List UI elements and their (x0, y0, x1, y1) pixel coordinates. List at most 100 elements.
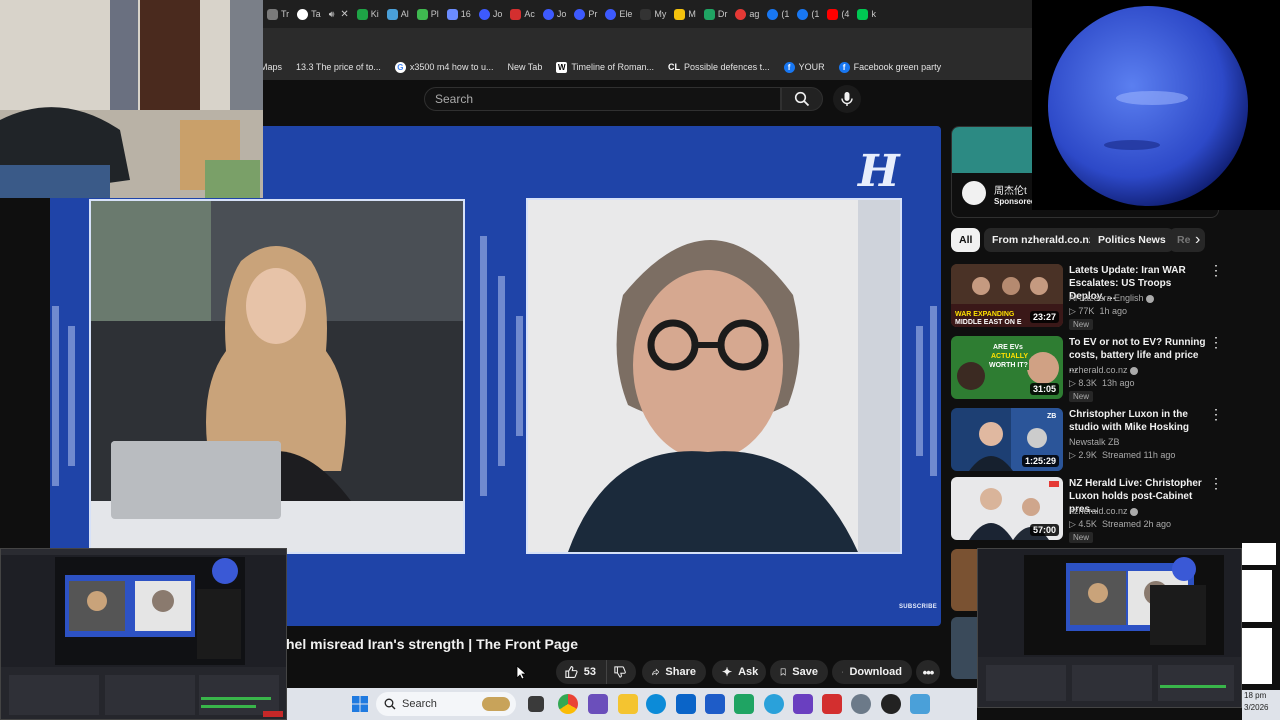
bookmark-item[interactable]: 13.3 The price of to... (296, 62, 381, 72)
video-thumbnail: ARE EVs ACTUALLY WORTH IT? 31:05 (951, 336, 1063, 399)
obs-preview-window[interactable] (977, 548, 1242, 708)
dislike-button[interactable] (606, 660, 636, 684)
browser-tab-strip: Tr Ta 🔊︎ ✕ Ki Al Pl 16 Jo Ac Jo Pr Ele My… (263, 0, 1033, 28)
app-icon[interactable] (822, 694, 842, 714)
video-duration: 57:00 (1029, 524, 1059, 536)
more-options-icon[interactable]: ⋮ (1209, 263, 1223, 277)
chevron-right-icon[interactable]: › (1195, 231, 1200, 249)
bookmark-item[interactable]: New Tab (507, 62, 542, 72)
browser-tab[interactable]: Ki (353, 0, 383, 28)
audio-bar (916, 326, 923, 456)
svg-text:WORTH IT?: WORTH IT? (989, 362, 1028, 369)
video-thumbnail[interactable] (951, 549, 979, 611)
download-button[interactable]: Download (832, 660, 912, 684)
chrome-icon[interactable] (558, 694, 578, 714)
new-badge: New (1069, 391, 1094, 402)
chip-from-channel[interactable]: From nzherald.co.nz (984, 228, 1103, 252)
more-icon: ••• (922, 664, 935, 680)
bookmark-item[interactable]: Gx3500 m4 how to u... (394, 61, 493, 73)
browser-tab-active[interactable]: 🔊︎ ✕ (325, 0, 353, 28)
taskbar-search[interactable]: Search (376, 692, 516, 716)
subscribe-watermark[interactable]: SUBSCRIBE (899, 604, 937, 610)
tab-favicon (542, 8, 554, 20)
app-icon[interactable] (793, 694, 813, 714)
more-actions-button[interactable]: ••• (916, 660, 940, 684)
bookmark-item[interactable]: Maps (263, 62, 282, 72)
svg-text:ARE EVs: ARE EVs (993, 344, 1023, 351)
browser-tab[interactable]: (1 (793, 0, 823, 28)
tab-favicon (857, 8, 869, 20)
search-button[interactable] (781, 87, 823, 111)
browser-tab[interactable]: Al (383, 0, 413, 28)
search-input[interactable]: Search (424, 87, 781, 111)
related-video-meta: ▷ 4.5K Streamed 2h ago (1069, 519, 1171, 529)
sponsored-title: 周杰伦t (994, 186, 1027, 197)
tab-favicon (267, 8, 278, 20)
windows-start-icon[interactable] (352, 696, 368, 712)
system-clock[interactable]: 18 pm 3/2026 (1242, 690, 1280, 720)
settings-icon[interactable] (851, 694, 871, 714)
browser-tab[interactable]: Ac (506, 0, 539, 28)
related-video-item[interactable]: WAR EXPANDING MIDDLE EAST ON E 23:27 Late… (951, 263, 1223, 330)
chip-all[interactable]: All (951, 228, 981, 252)
obs-preview-window[interactable] (0, 548, 287, 720)
bookmark-item[interactable]: W Timeline of Roman... (556, 61, 654, 73)
app-icon[interactable] (734, 694, 754, 714)
app-icon[interactable] (910, 694, 930, 714)
mouse-cursor-icon (516, 665, 526, 680)
edge-icon[interactable] (646, 694, 666, 714)
browser-tab[interactable]: Tr (263, 0, 293, 28)
thumbs-up-icon (565, 665, 578, 679)
outlook-icon[interactable] (676, 694, 696, 714)
browser-tab[interactable]: Ta (293, 0, 325, 28)
browser-tab[interactable]: ag (731, 0, 763, 28)
save-button[interactable]: Save (770, 660, 828, 684)
browser-tab[interactable]: 16 (443, 0, 475, 28)
browser-tab[interactable]: My (636, 0, 670, 28)
browser-tab[interactable]: M (670, 0, 700, 28)
app-icon[interactable] (588, 694, 608, 714)
notification-panel[interactable] (1242, 628, 1272, 684)
more-options-icon[interactable]: ⋮ (1209, 407, 1223, 421)
browser-tab[interactable]: (4 (823, 0, 853, 28)
like-button[interactable]: 53 (556, 660, 606, 684)
svg-text:MIDDLE EAST ON E: MIDDLE EAST ON E (955, 319, 1022, 326)
browser-tab[interactable]: Pl (413, 0, 443, 28)
related-video-item[interactable]: ZB 1:25:29 Christopher Luxon in the stud… (951, 407, 1223, 474)
more-options-icon[interactable]: ⋮ (1209, 335, 1223, 349)
browser-tab[interactable]: Ele (601, 0, 636, 28)
filter-chips: All From nzherald.co.nz Politics News Re… (951, 228, 1221, 254)
bookmark-item[interactable]: f Facebook green party (838, 61, 941, 73)
bookmark-item[interactable]: f YOUR (783, 61, 825, 73)
app-icon[interactable] (881, 694, 901, 714)
tab-favicon (640, 8, 652, 20)
ask-button[interactable]: ✦ Ask (712, 660, 766, 684)
store-icon[interactable] (705, 694, 725, 714)
voice-search-button[interactable] (833, 85, 861, 113)
video-thumbnail[interactable] (951, 617, 979, 679)
more-options-icon[interactable]: ⋮ (1209, 476, 1223, 490)
telegram-icon[interactable] (764, 694, 784, 714)
video-frame-right-guest (526, 198, 902, 554)
audio-bar (68, 326, 75, 466)
browser-tab[interactable]: (1 (763, 0, 793, 28)
browser-tab[interactable]: Pr (570, 0, 601, 28)
file-explorer-icon[interactable] (618, 694, 638, 714)
task-view-icon[interactable] (528, 696, 544, 712)
browser-tab[interactable]: Dr (700, 0, 732, 28)
notification-panel[interactable] (1242, 543, 1276, 565)
chip-politics-news[interactable]: Politics News (1090, 228, 1174, 252)
address-bar[interactable] (263, 28, 1033, 54)
notification-panel[interactable] (1242, 570, 1272, 622)
close-tab-icon[interactable]: ✕ (340, 9, 348, 20)
facebook-icon: f (783, 61, 795, 73)
share-button[interactable]: Share (642, 660, 706, 684)
browser-tab[interactable]: k (853, 0, 880, 28)
search-highlight-icon (482, 697, 510, 711)
browser-tab[interactable]: Jo (539, 0, 571, 28)
video-duration: 1:25:29 (1021, 455, 1059, 467)
related-video-item[interactable]: 57:00 NZ Herald Live: Christopher Luxon … (951, 476, 1223, 543)
related-video-item[interactable]: ARE EVs ACTUALLY WORTH IT? 31:05 To EV or … (951, 335, 1223, 402)
bookmark-item[interactable]: CL Possible defences t... (668, 62, 770, 73)
browser-tab[interactable]: Jo (475, 0, 507, 28)
